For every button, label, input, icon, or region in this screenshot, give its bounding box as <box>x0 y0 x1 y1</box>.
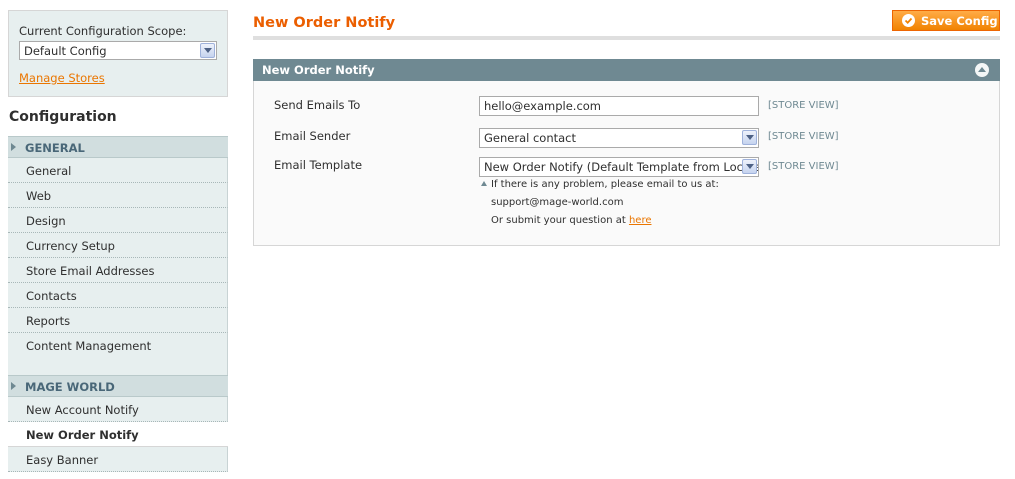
manage-stores-link[interactable]: Manage Stores <box>19 71 105 85</box>
email-template-select[interactable]: New Order Notify (Default Template from … <box>479 157 759 177</box>
sidebar-item-new-order-notify[interactable]: New Order Notify <box>8 422 228 447</box>
email-sender-label: Email Sender <box>274 129 351 143</box>
save-config-label: Save Config <box>921 14 998 28</box>
section-title: GENERAL <box>25 141 85 155</box>
note-line-3: Or submit your question at here <box>491 215 652 226</box>
email-template-value: New Order Notify (Default Template from … <box>484 160 759 174</box>
triangle-right-icon <box>11 143 16 151</box>
chevron-down-icon[interactable] <box>200 43 215 58</box>
scope-select-value: Default Config <box>24 44 107 58</box>
chevron-down-icon[interactable] <box>742 130 757 145</box>
sidebar-item-content-management[interactable]: Content Management <box>8 333 228 375</box>
scope-tag: [STORE VIEW] <box>768 161 839 172</box>
fieldset-body: Send Emails To hello@example.com [STORE … <box>253 81 1000 246</box>
sidebar-item-store-email-addresses[interactable]: Store Email Addresses <box>8 258 228 283</box>
scope-select[interactable]: Default Config <box>19 41 217 60</box>
sidebar-item-easy-banner[interactable]: Easy Banner <box>8 447 228 472</box>
triangle-right-icon <box>11 382 16 390</box>
sidebar-item-currency-setup[interactable]: Currency Setup <box>8 233 228 258</box>
sidebar-item-web[interactable]: Web <box>8 183 228 208</box>
sidebar-item-new-account-notify[interactable]: New Account Notify <box>8 397 228 422</box>
check-circle-icon <box>902 14 915 27</box>
section-header-general[interactable]: GENERAL <box>8 136 228 158</box>
note-support-email: support@mage-world.com <box>491 197 624 208</box>
scope-tag: [STORE VIEW] <box>768 100 839 111</box>
section-title: MAGE WORLD <box>25 380 115 394</box>
collapse-icon[interactable] <box>975 63 989 77</box>
main-content: New Order Notify Save Config New Order N… <box>253 10 1000 246</box>
fieldset-header[interactable]: New Order Notify <box>253 59 1000 81</box>
scope-label: Current Configuration Scope: <box>19 24 187 38</box>
configuration-title: Configuration <box>8 97 228 136</box>
sidebar-item-reports[interactable]: Reports <box>8 308 228 333</box>
scope-switcher: Current Configuration Scope: Default Con… <box>8 10 228 97</box>
page-title: New Order Notify <box>253 15 396 31</box>
save-config-button[interactable]: Save Config <box>892 10 1000 31</box>
email-sender-value: General contact <box>484 131 577 145</box>
scope-tag: [STORE VIEW] <box>768 131 839 142</box>
fieldset-title: New Order Notify <box>262 63 375 77</box>
section-header-mage-world[interactable]: MAGE WORLD <box>8 375 228 397</box>
email-sender-select[interactable]: General contact <box>479 128 759 148</box>
here-link[interactable]: here <box>629 215 652 226</box>
send-emails-to-input[interactable]: hello@example.com <box>479 96 759 116</box>
sidebar-item-design[interactable]: Design <box>8 208 228 233</box>
sidebar-item-contacts[interactable]: Contacts <box>8 283 228 308</box>
send-emails-to-label: Send Emails To <box>274 98 361 112</box>
triangle-up-icon <box>481 181 487 186</box>
note-line-1: If there is any problem, please email to… <box>481 179 719 190</box>
email-template-label: Email Template <box>274 158 363 172</box>
sidebar: Current Configuration Scope: Default Con… <box>8 10 228 479</box>
page-header: New Order Notify Save Config <box>253 10 1000 40</box>
sidebar-item-general[interactable]: General <box>8 158 228 183</box>
chevron-down-icon[interactable] <box>742 159 757 174</box>
